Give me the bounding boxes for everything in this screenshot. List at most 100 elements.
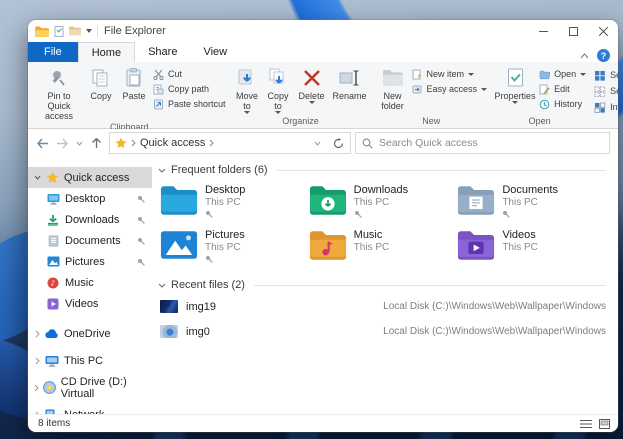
sidebar-item-this-pc[interactable]: This PC [28, 347, 152, 374]
sidebar-item-music[interactable]: ♪ Music [28, 272, 152, 293]
ribbon-home: Pin to Quick access Copy Paste [28, 62, 618, 129]
file-name: img0 [186, 326, 383, 338]
chevron-right-icon[interactable] [31, 330, 44, 338]
new-folder-shortcut-icon[interactable] [69, 26, 81, 36]
thumbnail-view-icon[interactable] [599, 419, 610, 429]
paste-shortcut-button[interactable]: Paste shortcut [153, 97, 226, 111]
tab-share[interactable]: Share [135, 42, 190, 62]
open-group-label: Open [490, 116, 589, 128]
new-folder-button[interactable]: New folder [376, 65, 410, 112]
copy-button[interactable]: Copy [85, 65, 117, 102]
tile-location: This PC [205, 242, 245, 253]
tab-home[interactable]: Home [78, 42, 135, 62]
recent-file-row[interactable]: img0 Local Disk (C:)\Windows\Web\Wallpap… [160, 319, 606, 344]
move-to-button[interactable]: Move to [232, 65, 263, 115]
edit-icon [539, 84, 550, 95]
folder-tile-music[interactable]: Music This PC [309, 227, 458, 272]
maximize-button[interactable] [558, 20, 588, 42]
pictures-folder-icon [160, 229, 198, 261]
pin-icon [137, 195, 145, 203]
copy-path-button[interactable]: Copy path [153, 82, 226, 96]
collapse-ribbon-icon[interactable] [580, 53, 589, 59]
folder-tile-desktop[interactable]: Desktop This PC [160, 182, 309, 227]
copy-to-button[interactable]: Copy to [263, 65, 294, 115]
close-button[interactable] [588, 20, 618, 42]
recent-locations-caret-icon[interactable] [74, 141, 85, 146]
rename-button[interactable]: Rename [330, 65, 370, 102]
sidebar-item-pictures[interactable]: Pictures [28, 251, 152, 272]
breadcrumb-quick-access[interactable]: Quick access [140, 137, 205, 149]
status-bar: 8 items [28, 414, 618, 432]
folder-tile-videos[interactable]: Videos This PC [457, 227, 606, 272]
tab-view[interactable]: View [190, 42, 240, 62]
quick-access-star-icon [115, 137, 127, 149]
search-box[interactable] [355, 132, 610, 154]
search-icon [362, 138, 373, 149]
tile-name: Desktop [205, 184, 245, 196]
frequent-folders-header[interactable]: Frequent folders (6) [158, 161, 606, 179]
pin-to-quick-access-button[interactable]: Pin to Quick access [33, 65, 85, 122]
sidebar-item-network[interactable]: Network [28, 401, 152, 414]
details-view-icon[interactable] [580, 419, 592, 429]
frequent-folders-title: Frequent folders (6) [171, 164, 268, 176]
forward-button[interactable] [54, 138, 71, 149]
frequent-folders-grid: Desktop This PC Downloads This PC [160, 182, 606, 272]
folder-tile-documents[interactable]: Documents This PC [457, 182, 606, 227]
downloads-folder-icon [309, 184, 347, 216]
sidebar-item-onedrive[interactable]: OneDrive [28, 320, 152, 347]
main-pane: Frequent folders (6) Desktop This PC [152, 157, 618, 414]
up-button[interactable] [88, 137, 105, 149]
minimize-button[interactable] [528, 20, 558, 42]
delete-caret-icon [309, 101, 315, 104]
chevron-down-icon[interactable] [31, 175, 44, 180]
select-none-icon [594, 86, 606, 97]
window-controls [528, 20, 618, 42]
easy-access-button[interactable]: Easy access [412, 82, 488, 96]
cut-button[interactable]: Cut [153, 67, 226, 81]
sidebar-item-desktop[interactable]: Desktop [28, 188, 152, 209]
properties-icon [507, 66, 524, 90]
search-input[interactable] [379, 137, 603, 149]
folder-tile-downloads[interactable]: Downloads This PC [309, 182, 458, 227]
sidebar-item-quick-access[interactable]: Quick access [28, 167, 152, 188]
sidebar-item-label: Videos [65, 298, 98, 310]
tab-file[interactable]: File [28, 42, 78, 62]
properties-button[interactable]: Properties [493, 65, 537, 105]
toolbar-divider [97, 25, 98, 37]
invert-selection-label: Invert selection [610, 102, 618, 112]
sidebar-item-videos[interactable]: Videos [28, 293, 152, 314]
file-name: img19 [186, 301, 383, 313]
select-none-button[interactable]: Select none [594, 84, 618, 98]
edit-button[interactable]: Edit [539, 82, 586, 96]
paste-button[interactable]: Paste [117, 65, 151, 102]
select-none-label: Select none [610, 86, 618, 96]
select-all-button[interactable]: Select all [594, 68, 618, 82]
tile-location: This PC [354, 197, 408, 208]
refresh-icon[interactable] [329, 138, 348, 149]
select-all-icon [594, 70, 606, 81]
paste-icon [126, 66, 142, 90]
back-button[interactable] [34, 138, 51, 149]
recent-files-header[interactable]: Recent files (2) [158, 276, 606, 294]
address-bar[interactable]: Quick access [109, 132, 351, 154]
recent-file-row[interactable]: img19 Local Disk (C:)\Windows\Web\Wallpa… [160, 294, 606, 319]
sidebar-item-downloads[interactable]: Downloads [28, 209, 152, 230]
img19-thumbnail [160, 300, 178, 313]
customize-toolbar-caret-icon[interactable] [86, 29, 92, 33]
sidebar-item-label: Quick access [64, 172, 129, 184]
edit-label: Edit [554, 84, 570, 94]
chevron-right-icon[interactable] [31, 384, 43, 392]
address-dropdown-caret-icon[interactable] [310, 141, 325, 146]
sidebar-item-cd-drive[interactable]: CD Drive (D:) Virtuall [28, 374, 152, 401]
history-button[interactable]: History [539, 97, 586, 111]
invert-selection-button[interactable]: Invert selection [594, 100, 618, 114]
open-button[interactable]: Open [539, 67, 586, 81]
chevron-right-icon[interactable] [31, 357, 44, 365]
delete-button[interactable]: Delete [294, 65, 330, 105]
sidebar-item-documents[interactable]: Documents [28, 230, 152, 251]
folder-tile-pictures[interactable]: Pictures This PC [160, 227, 309, 272]
properties-shortcut-icon[interactable] [54, 26, 64, 37]
help-icon[interactable]: ? [597, 49, 610, 62]
svg-text:♪: ♪ [51, 278, 56, 287]
new-item-button[interactable]: New item [412, 67, 488, 81]
